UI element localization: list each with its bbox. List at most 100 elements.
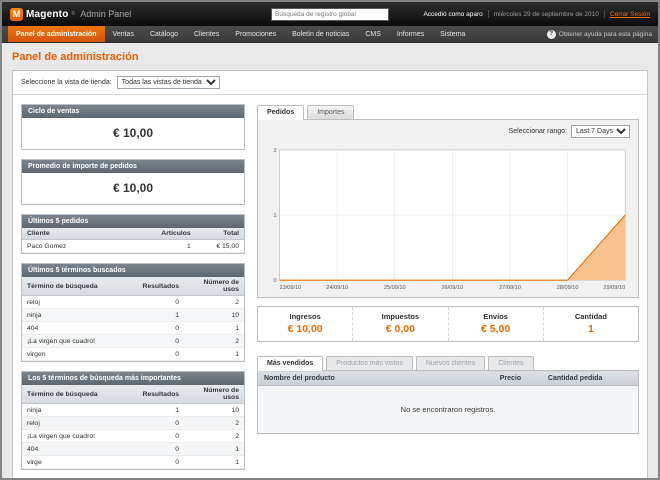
- sales-cycle-panel: Ciclo de ventas € 10,00: [21, 104, 245, 150]
- column-header: Nombre del producto: [258, 371, 494, 386]
- table-cell: 2: [184, 296, 244, 309]
- table-row: 40401: [22, 443, 244, 456]
- magento-logo-icon: M: [10, 8, 23, 21]
- nav-item-cms[interactable]: CMS: [357, 26, 389, 42]
- stat-cantidad: Cantidad 1: [544, 307, 638, 341]
- store-view-label: Seleccione la vista de tienda:: [21, 79, 112, 86]
- nav-item-dashboard[interactable]: Panel de administración: [8, 26, 105, 42]
- nav-item-clientes[interactable]: Clientes: [186, 26, 227, 42]
- column-header: Término de búsqueda: [22, 385, 137, 404]
- tab-nuevos-clientes[interactable]: Nuevos clientes: [416, 356, 485, 370]
- x-axis-label: 26/09/10: [441, 285, 463, 291]
- table-cell: reloj: [22, 296, 137, 309]
- table-cell: 0: [137, 335, 184, 348]
- table-cell: ¡La virgen que cuadro!: [22, 430, 137, 443]
- column-header: Total: [196, 228, 244, 240]
- table-cell: 1: [137, 240, 195, 253]
- table-cell: 0: [137, 443, 184, 456]
- stat-value: € 10,00: [258, 323, 352, 335]
- nav-item-informes[interactable]: Informes: [389, 26, 432, 42]
- table-cell: 1: [184, 443, 244, 456]
- tab-mas-vendidos[interactable]: Más vendidos: [257, 356, 323, 371]
- nav-item-catalogo[interactable]: Catálogo: [142, 26, 186, 42]
- x-axis-label: 28/09/10: [557, 285, 579, 291]
- logged-in-text: Accedió como aparo: [423, 11, 482, 18]
- tab-importes[interactable]: Importes: [307, 105, 354, 119]
- y-axis-label: 1: [273, 213, 276, 219]
- stat-value: 1: [544, 323, 638, 335]
- table-row: ninja110: [22, 404, 244, 417]
- stat-label: Envíos: [449, 312, 543, 321]
- table-cell: 1: [184, 348, 244, 361]
- table-cell: 1: [184, 456, 244, 469]
- orders-chart: 23/09/1024/09/1025/09/1026/09/1027/09/10…: [264, 143, 632, 293]
- last-search-panel: Últimos 5 términos buscados Término de b…: [21, 263, 245, 362]
- left-column: Ciclo de ventas € 10,00 Promedio de impo…: [21, 104, 245, 478]
- tab-pedidos[interactable]: Pedidos: [257, 105, 304, 120]
- chart-box: Seleccionar rango: Last 7 Days 23/09/102…: [257, 119, 639, 298]
- top-search-panel: Los 5 términos de búsqueda más important…: [21, 371, 245, 470]
- empty-message: No se encontraron registros.: [258, 386, 639, 434]
- logout-link[interactable]: Cerrar Sesión: [610, 11, 650, 18]
- grid-tabs: Más vendidos Productos más vistos Nuevos…: [257, 355, 639, 370]
- table-cell: virgen: [22, 348, 137, 361]
- column-header: Número de usos: [184, 277, 244, 296]
- table-cell: 1: [137, 309, 184, 322]
- x-axis-label: 25/09/10: [384, 285, 406, 291]
- header-meta: Accedió como aparo miércoles 29 de septi…: [389, 10, 650, 18]
- dashboard-content: Seleccione la vista de tienda: Todas las…: [12, 70, 648, 478]
- table-row: ninja110: [22, 309, 244, 322]
- table-row: virgen01: [22, 348, 244, 361]
- stat-label: Cantidad: [544, 312, 638, 321]
- table-cell: ¡La virgen que cuadro!: [22, 335, 137, 348]
- x-axis-label: 27/09/10: [499, 285, 521, 291]
- table-row: ¡La virgen que cuadro!02: [22, 335, 244, 348]
- page-title: Panel de administración: [12, 51, 648, 63]
- table-cell: 2: [184, 335, 244, 348]
- table-cell: 0: [137, 417, 184, 430]
- table-cell: 404: [22, 322, 137, 335]
- nav-item-promociones[interactable]: Promociones: [227, 26, 284, 42]
- tab-productos-mas-vistos[interactable]: Productos más vistos: [326, 356, 413, 370]
- x-axis-label: 29/09/10: [603, 285, 625, 291]
- table-row: 40401: [22, 322, 244, 335]
- table-row: reloj02: [22, 417, 244, 430]
- empty-row: No se encontraron registros.: [258, 386, 639, 434]
- panel-title: Los 5 términos de búsqueda más important…: [22, 372, 244, 385]
- column-header: Resultados: [137, 277, 184, 296]
- avg-order-value: € 10,00: [22, 173, 244, 204]
- column-header: Término de búsqueda: [22, 277, 137, 296]
- magento-admin-window: M Magento ® Admin Panel Accedió como apa…: [0, 0, 660, 480]
- table-cell: 0: [137, 322, 184, 335]
- table-cell: Paco Gomez: [22, 240, 137, 253]
- y-axis-label: 2: [273, 148, 276, 154]
- panel-title: Últimos 5 términos buscados: [22, 264, 244, 277]
- registered-mark: ®: [72, 11, 76, 17]
- nav-item-sistema[interactable]: Sistema: [432, 26, 473, 42]
- store-view-select[interactable]: Todas las vistas de tienda: [117, 76, 220, 89]
- column-header: Artículos: [137, 228, 195, 240]
- table-cell: ninja: [22, 404, 137, 417]
- products-table: Nombre del productoPrecioCantidad pedida…: [257, 370, 639, 434]
- help-icon: ?: [547, 30, 556, 39]
- x-axis-label: 24/09/10: [326, 285, 348, 291]
- help-link[interactable]: ? Obtener ayuda para esta página: [547, 26, 652, 42]
- last-orders-panel: Últimos 5 pedidos ClienteArtículosTotal …: [21, 214, 245, 254]
- tab-clientes[interactable]: Clientes: [488, 356, 533, 370]
- nav-item-ventas[interactable]: Ventas: [105, 26, 142, 42]
- table-row: virge01: [22, 456, 244, 469]
- range-select[interactable]: Last 7 Days: [571, 125, 630, 138]
- stat-envios: Envíos € 5,00: [449, 307, 544, 341]
- stat-label: Ingresos: [258, 312, 352, 321]
- table-row: Paco Gomez1€ 15,00: [22, 240, 244, 253]
- table-row: reloj02: [22, 296, 244, 309]
- last-orders-table: ClienteArtículosTotal Paco Gomez1€ 15,00: [22, 228, 244, 253]
- table-cell: 10: [184, 309, 244, 322]
- current-date: miércoles 29 de septiembre de 2010: [494, 11, 599, 18]
- nav-item-boletin[interactable]: Boletín de noticias: [284, 26, 357, 42]
- table-cell: 10: [184, 404, 244, 417]
- global-search-input[interactable]: [271, 8, 389, 21]
- stat-value: € 5,00: [449, 323, 543, 335]
- table-cell: 1: [137, 404, 184, 417]
- table-cell: 0: [137, 430, 184, 443]
